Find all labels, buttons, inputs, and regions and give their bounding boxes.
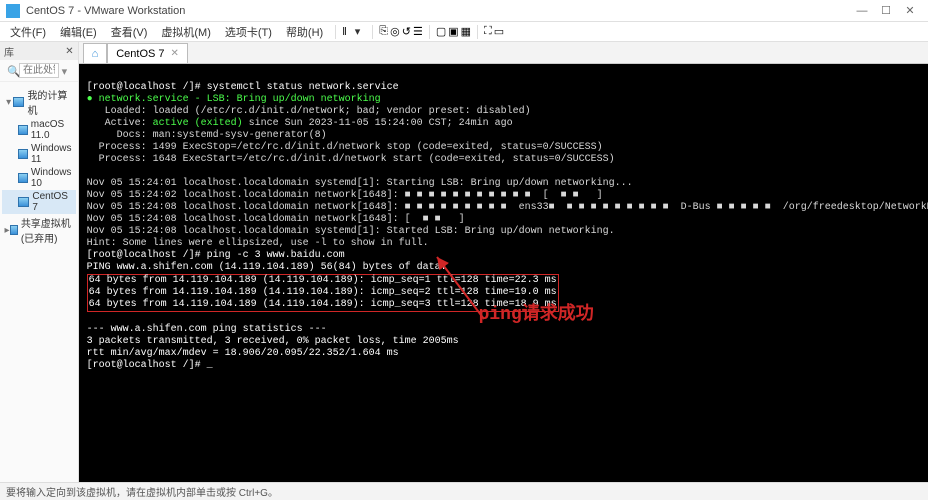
term-line: [root@localhost /]# _ (87, 360, 213, 371)
content-area: ⌂ CentOS 7 ✕ [root@localhost /]# systemc… (79, 42, 928, 482)
unity-icon[interactable]: ▭ (494, 25, 504, 38)
toolbar-dropdown[interactable]: ▾ (349, 23, 367, 40)
screen-multi-icon[interactable]: ▣ (448, 25, 458, 38)
separator (429, 25, 430, 39)
home-icon: ⌂ (92, 48, 99, 60)
term-line: --- www.a.shifen.com ping statistics --- (87, 324, 327, 335)
term-line: ● network.service - LSB: Bring up/down n… (87, 94, 381, 105)
search-icon: 🔍 (7, 65, 19, 77)
tree-item-win10[interactable]: Windows 10 (2, 166, 76, 190)
term-line: 64 bytes from 14.119.104.189 (14.119.104… (89, 299, 557, 310)
menu-vm[interactable]: 虚拟机(M) (155, 22, 217, 42)
term-line: Loaded: loaded (/etc/rc.d/init.d/network… (87, 106, 531, 117)
separator (372, 25, 373, 39)
term-line: PING www.a.shifen.com (14.119.104.189) 5… (87, 262, 447, 273)
term-line: Nov 05 15:24:02 localhost.localdomain ne… (87, 190, 603, 201)
tree-item-label: Windows 11 (31, 143, 74, 165)
search-input[interactable] (19, 63, 59, 78)
fullscreen-icon[interactable]: ⛶ (484, 25, 492, 38)
snapshot-icon[interactable]: ◎ (390, 25, 400, 38)
tab-label: CentOS 7 (116, 48, 164, 60)
term-line: Nov 05 15:24:08 localhost.localdomain ne… (87, 214, 465, 225)
term-line: [root@localhost /]# systemctl status net… (87, 82, 399, 93)
separator (477, 25, 478, 39)
vm-icon (18, 197, 29, 207)
sidebar-search: 🔍 ▾ (0, 60, 78, 82)
menu-tabs[interactable]: 选项卡(T) (219, 22, 278, 42)
tree-twisty-icon[interactable]: ▾ (4, 97, 13, 108)
tree-item-win11[interactable]: Windows 11 (2, 142, 76, 166)
pause-icon[interactable]: ‖ (342, 26, 347, 38)
maximize-button[interactable]: ☐ (874, 3, 898, 19)
screen-grid-icon[interactable]: ▦ (461, 25, 471, 38)
manage-icon[interactable]: ☰ (413, 25, 423, 38)
tab-close-icon[interactable]: ✕ (171, 48, 179, 59)
term-line: rtt min/avg/max/mdev = 18.906/20.095/22.… (87, 348, 399, 359)
tree-root-label: 我的计算机 (27, 87, 73, 117)
vm-icon (18, 125, 28, 135)
window-titlebar: CentOS 7 - VMware Workstation — ☐ ✕ (0, 0, 928, 22)
separator (335, 25, 336, 39)
term-line: Process: 1648 ExecStart=/etc/rc.d/init.d… (87, 154, 615, 165)
computer-icon (13, 97, 24, 107)
search-dropdown-icon[interactable]: ▾ (62, 65, 74, 77)
sidebar-header: 库 ✕ (0, 42, 78, 60)
tree-item-label: CentOS 7 (32, 191, 73, 213)
screen-single-icon[interactable]: ▢ (436, 25, 446, 38)
term-line: 64 bytes from 14.119.104.189 (14.119.104… (89, 275, 557, 286)
status-text: 要将输入定向到该虚拟机，请在虚拟机内部单击或按 Ctrl+G。 (6, 484, 278, 499)
sidebar-title: 库 (4, 44, 14, 59)
vm-icon (18, 173, 28, 183)
main-area: 库 ✕ 🔍 ▾ ▾ 我的计算机 macOS 11.0 Windows 11 (0, 42, 928, 482)
terminal[interactable]: [root@localhost /]# systemctl status net… (79, 64, 928, 482)
tree-item-label: Windows 10 (31, 167, 74, 189)
tab-home[interactable]: ⌂ (83, 43, 108, 63)
term-line: [root@localhost /]# ping -c 3 www.baidu.… (87, 250, 345, 261)
minimize-button[interactable]: — (850, 3, 874, 19)
revert-icon[interactable]: ↺ (402, 25, 411, 38)
sidebar: 库 ✕ 🔍 ▾ ▾ 我的计算机 macOS 11.0 Windows 11 (0, 42, 79, 482)
statusbar: 要将输入定向到该虚拟机，请在虚拟机内部单击或按 Ctrl+G。 (0, 482, 928, 500)
close-button[interactable]: ✕ (898, 3, 922, 19)
shared-icon (10, 225, 18, 235)
term-line: Nov 05 15:24:08 localhost.localdomain ne… (87, 202, 928, 213)
tree-shared-vms[interactable]: ▸ 共享虚拟机 (已弃用) (2, 214, 76, 246)
menu-view[interactable]: 查看(V) (105, 22, 154, 42)
tree-item-centos7[interactable]: CentOS 7 (2, 190, 76, 214)
term-line: 64 bytes from 14.119.104.189 (14.119.104… (89, 287, 557, 298)
term-line: Nov 05 15:24:08 localhost.localdomain sy… (87, 226, 615, 237)
app-logo-icon (6, 4, 20, 18)
term-line: Process: 1499 ExecStop=/etc/rc.d/init.d/… (87, 142, 603, 153)
tree-shared-label: 共享虚拟机 (已弃用) (21, 215, 74, 245)
vm-icon (18, 149, 28, 159)
term-line: Nov 05 15:24:01 localhost.localdomain sy… (87, 178, 633, 189)
term-line: 3 packets transmitted, 3 received, 0% pa… (87, 336, 459, 347)
tab-centos7[interactable]: CentOS 7 ✕ (107, 43, 188, 63)
term-line: Active: active (exited) since Sun 2023-1… (87, 118, 513, 129)
menu-file[interactable]: 文件(F) (4, 22, 52, 42)
menu-edit[interactable]: 编辑(E) (54, 22, 103, 42)
vm-tree: ▾ 我的计算机 macOS 11.0 Windows 11 Windows 10… (0, 82, 78, 250)
term-line: Docs: man:systemd-sysv-generator(8) (87, 130, 327, 141)
highlight-box: 64 bytes from 14.119.104.189 (14.119.104… (87, 274, 559, 312)
sidebar-close-icon[interactable]: ✕ (65, 46, 73, 57)
tab-strip: ⌂ CentOS 7 ✕ (79, 42, 928, 64)
menubar: 文件(F) 编辑(E) 查看(V) 虚拟机(M) 选项卡(T) 帮助(H) ‖ … (0, 22, 928, 42)
term-line: Hint: Some lines were ellipsized, use -l… (87, 238, 429, 249)
window-title: CentOS 7 - VMware Workstation (26, 5, 850, 17)
tree-item-macos[interactable]: macOS 11.0 (2, 118, 76, 142)
menu-help[interactable]: 帮助(H) (280, 22, 329, 42)
tree-item-label: macOS 11.0 (31, 119, 74, 141)
tree-root-my-computer[interactable]: ▾ 我的计算机 (2, 86, 76, 118)
send-ctrl-alt-del-icon[interactable]: ⎘ (379, 25, 388, 38)
